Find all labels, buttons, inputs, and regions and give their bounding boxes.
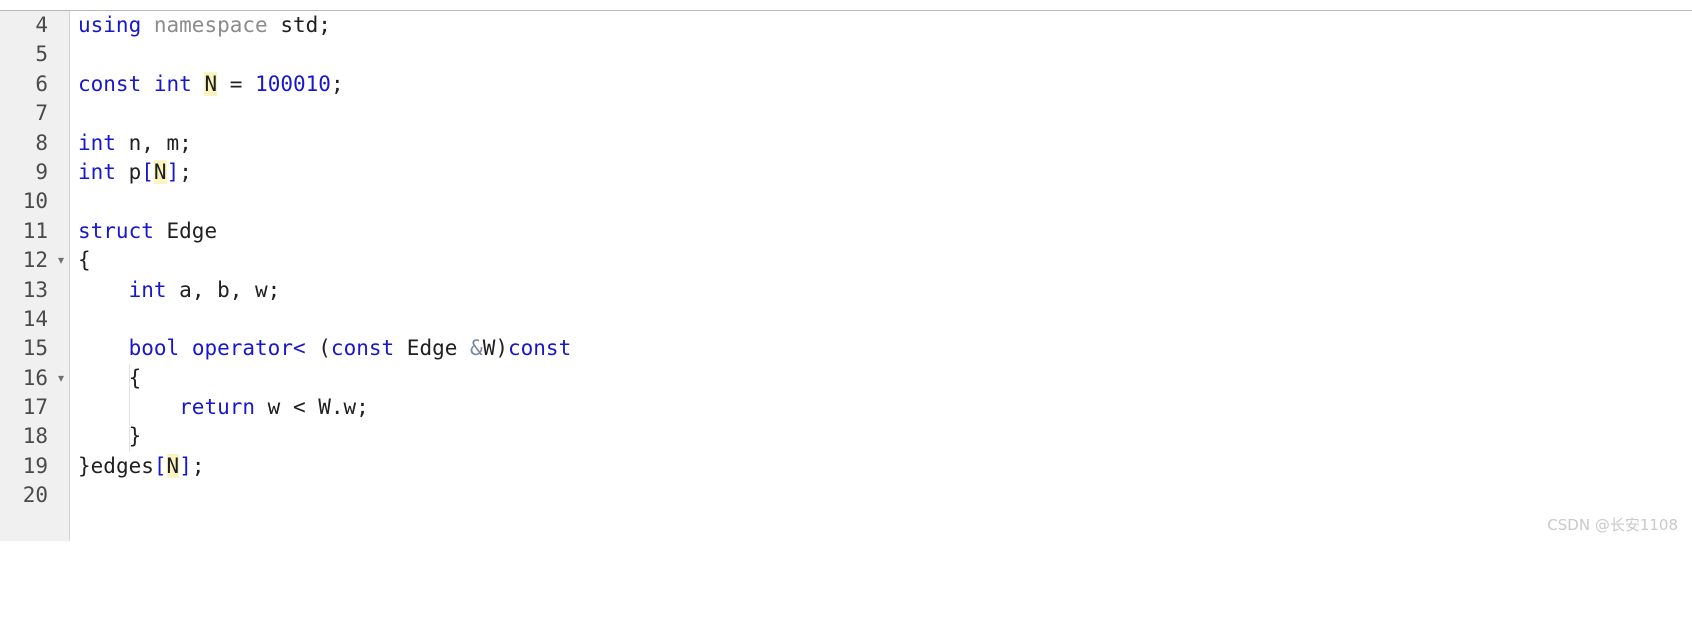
code-line-text: bool operator< (const Edge &W)const <box>128 336 572 361</box>
line-number[interactable]: 16 <box>0 364 48 393</box>
code-line-text: } <box>128 424 142 449</box>
code-line[interactable]: 20 <box>0 481 1692 510</box>
code-editor[interactable]: 4 using namespace std; 5 6 const int N =… <box>0 0 1692 541</box>
fold-toggle-icon[interactable]: ▾ <box>54 246 68 275</box>
line-number[interactable]: 7 <box>0 99 48 128</box>
line-number[interactable]: 6 <box>0 70 48 99</box>
code-line-text: { <box>78 248 91 273</box>
line-number[interactable]: 19 <box>0 452 48 481</box>
code-line[interactable]: 5 <box>0 40 1692 69</box>
code-line-text: }edges[N]; <box>78 453 205 478</box>
line-number[interactable]: 14 <box>0 305 48 334</box>
code-line[interactable]: 18 } <box>0 422 1692 452</box>
code-line[interactable]: 12 ▾ { <box>0 246 1692 275</box>
code-line[interactable]: 15 bool operator< (const Edge &W)const <box>0 334 1692 363</box>
code-line[interactable]: 4 using namespace std; <box>0 11 1692 40</box>
line-number[interactable]: 10 <box>0 187 48 216</box>
code-line[interactable]: 6 const int N = 100010; <box>0 70 1692 99</box>
line-number[interactable]: 9 <box>0 158 48 187</box>
line-number[interactable]: 18 <box>0 422 48 451</box>
code-line[interactable]: 10 <box>0 187 1692 216</box>
line-number[interactable]: 20 <box>0 481 48 510</box>
code-line[interactable]: 9 int p[N]; <box>0 158 1692 187</box>
code-line[interactable]: 13 int a, b, w; <box>0 276 1692 305</box>
code-line[interactable]: 14 <box>0 305 1692 334</box>
code-line[interactable]: 16 ▾ { <box>0 363 1692 394</box>
code-line-text: int a, b, w; <box>128 277 281 302</box>
code-line[interactable]: 8 int n, m; <box>0 129 1692 158</box>
code-line-text: return w < W.w; <box>179 395 369 420</box>
line-number[interactable]: 17 <box>0 393 48 422</box>
fold-toggle-icon[interactable]: ▾ <box>54 364 68 393</box>
csdn-watermark: CSDN @长安1108 <box>1547 516 1678 534</box>
code-content-area[interactable]: 4 using namespace std; 5 6 const int N =… <box>0 11 1692 541</box>
code-line[interactable]: 7 <box>0 99 1692 128</box>
line-number[interactable]: 13 <box>0 276 48 305</box>
line-number[interactable]: 12 <box>0 246 48 275</box>
code-line-text: int p[N]; <box>78 159 192 184</box>
line-number[interactable]: 8 <box>0 129 48 158</box>
code-line-text: int n, m; <box>78 130 192 155</box>
line-number[interactable]: 11 <box>0 217 48 246</box>
code-line-text: using namespace std; <box>78 13 331 37</box>
code-line[interactable]: 17 return w < W.w; <box>0 393 1692 423</box>
code-line[interactable]: 11 struct Edge <box>0 217 1692 246</box>
code-line-text: struct Edge <box>78 218 218 243</box>
code-line-text: { <box>128 365 142 390</box>
line-number[interactable]: 4 <box>0 11 48 40</box>
code-line-text: const int N = 100010; <box>78 71 344 96</box>
line-number[interactable]: 15 <box>0 334 48 363</box>
code-line[interactable]: 19 }edges[N]; <box>0 452 1692 481</box>
line-number[interactable]: 5 <box>0 40 48 69</box>
